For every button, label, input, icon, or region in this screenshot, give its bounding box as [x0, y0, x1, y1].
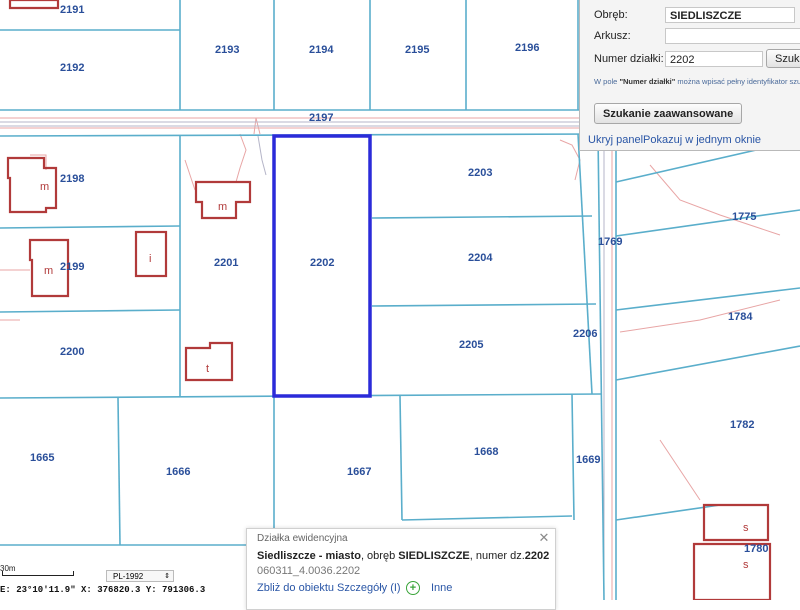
building-label-2198: m: [40, 181, 49, 193]
search-button[interactable]: Szukaj: [766, 49, 800, 68]
scale-bar: [2, 571, 74, 576]
popup-locality: Siedliszcze - miasto: [257, 550, 361, 562]
plus-icon[interactable]: +: [406, 581, 420, 595]
coordinates-readout: E: 23°10′11.9″ X: 376820.3 Y: 791306.3: [0, 585, 206, 595]
search-hint: W pole "Numer działki" można wpisać pełn…: [594, 77, 800, 86]
crs-value: PL-1992: [113, 572, 144, 581]
numer-field[interactable]: 2202: [665, 51, 763, 67]
zoom-to-object-link[interactable]: Zbliż do obiektu: [257, 582, 334, 594]
hint-prefix: W pole: [594, 77, 620, 86]
popup-title: Działka ewidencyjna: [257, 533, 348, 544]
plot-label-2199: 2199: [60, 261, 84, 273]
popup-obreb: SIEDLISZCZE: [398, 550, 470, 562]
obreb-label: Obręb:: [594, 9, 628, 21]
close-icon[interactable]: ✕: [537, 531, 551, 545]
plot-label-1784: 1784: [728, 311, 753, 323]
plot-label-2203: 2203: [468, 167, 492, 179]
single-window-link[interactable]: Pokazuj w jednym oknie: [643, 134, 761, 146]
building-label-s-lower: s: [743, 559, 749, 571]
numer-label: Numer działki:: [594, 53, 664, 65]
plot-label-2193: 2193: [215, 44, 239, 56]
arkusz-label: Arkusz:: [594, 30, 631, 42]
plot-label-2200: 2200: [60, 346, 84, 358]
plot-label-1780: 1780: [744, 543, 768, 555]
hide-panel-link[interactable]: Ukryj panel: [588, 134, 643, 146]
plot-label-1669: 1669: [576, 454, 600, 466]
plot-label-2198: 2198: [60, 173, 84, 185]
plot-label-1667: 1667: [347, 466, 371, 478]
plot-label-1665: 1665: [30, 452, 54, 464]
plot-label-2192: 2192: [60, 62, 84, 74]
plot-label-1668: 1668: [474, 446, 498, 458]
popup-description: Siedliszcze - miasto, obręb SIEDLISZCZE,…: [257, 550, 549, 562]
plot-label-1782: 1782: [730, 419, 754, 431]
plot-info-popup: Działka ewidencyjna ✕ Siedliszcze - mias…: [246, 528, 556, 610]
plot-label-1769: 1769: [598, 236, 622, 248]
obreb-field[interactable]: SIEDLISZCZE: [665, 7, 795, 23]
plot-label-2191: 2191: [60, 4, 84, 16]
arkusz-field[interactable]: [665, 28, 800, 44]
building-label-s-upper: s: [743, 522, 749, 534]
building-label-2201: m: [218, 201, 227, 213]
popup-obreb-text: , obręb: [360, 550, 399, 562]
plot-label-1775: 1775: [732, 211, 756, 223]
building-label-2199: m: [44, 265, 53, 277]
plot-label-2204: 2204: [468, 252, 493, 264]
plot-label-2196: 2196: [515, 42, 539, 54]
plot-label-2205: 2205: [459, 339, 483, 351]
plot-label-2197: 2197: [309, 112, 333, 124]
popup-numer: 2202: [524, 550, 550, 562]
building-label-i: i: [149, 253, 151, 265]
plot-label-2195: 2195: [405, 44, 429, 56]
search-panel: Obręb: SIEDLISZCZE Arkusz: Numer działki…: [579, 0, 800, 151]
popup-numer-text: , numer dz.: [469, 550, 525, 562]
chevron-updown-icon: ⇕: [164, 573, 170, 580]
plot-label-2206: 2206: [573, 328, 597, 340]
plot-label-2201: 2201: [214, 257, 238, 269]
other-link[interactable]: Inne: [431, 582, 452, 594]
hint-field-name: "Numer działki": [619, 77, 676, 86]
advanced-search-button[interactable]: Szukanie zaawansowane: [594, 103, 743, 124]
popup-identifier: 060311_4.0036.2202: [257, 565, 361, 577]
plot-label-1666: 1666: [166, 466, 190, 478]
plot-label-2202: 2202: [310, 257, 334, 269]
crs-select[interactable]: PL-1992 ⇕: [106, 570, 174, 582]
hint-suffix: można wpisać pełny identyfikator szu: [675, 77, 800, 86]
details-link[interactable]: Szczegóły (I): [337, 582, 401, 594]
plot-label-2194: 2194: [309, 44, 334, 56]
building-label-t: t: [206, 363, 209, 375]
